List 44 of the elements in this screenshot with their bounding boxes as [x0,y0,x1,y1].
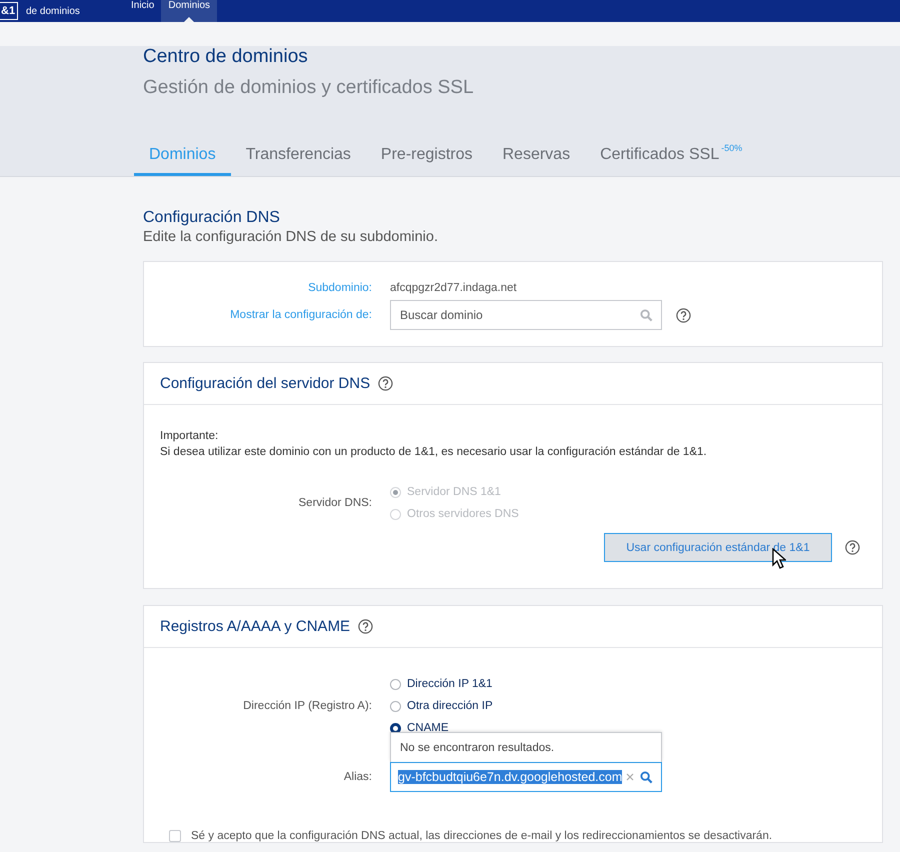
tab[interactable]: Transferencias [230,141,366,176]
field-label: Subdominio: [307,282,372,294]
radio-label: CNAME [407,722,449,734]
no-results-message: No se encontraron resultados. [400,742,554,754]
section-subtitle: Edite la configuración DNS de su subdominio. [143,229,439,245]
radio-label: Otra dirección IP [407,700,493,712]
checkbox[interactable] [169,830,181,842]
help-icon[interactable] [378,376,394,391]
product-name: de dominios [26,6,81,17]
consent-label: Sé y acepto que la configuración DNS actual, las direcciones de e-mail y los redireccionamientos se desactivarán. [191,830,772,842]
field-label: Dirección IP (Registro A): [242,700,372,712]
nav-item[interactable]: Inicio [124,0,162,22]
help-icon[interactable] [358,619,374,634]
page-title: Centro de dominios [143,46,309,68]
tab[interactable]: Dominios [134,141,231,176]
section-title: Configuración DNS [143,209,281,227]
search-icon[interactable] [640,770,653,784]
alias-field[interactable]: gv-bfcbudtqiu6e7n.dv.googlehosted.com [390,762,662,792]
clear-icon[interactable] [626,773,634,781]
radio-button[interactable] [390,722,401,734]
notice-title: Importante: [160,429,220,444]
radio-label: Servidor DNS 1&1 [407,486,501,498]
tab[interactable]: Pre-registros [366,141,488,176]
field-label: Servidor DNS: [298,497,372,509]
help-icon[interactable] [676,308,691,322]
search-field[interactable]: Buscar dominio [390,300,662,330]
standard-config-button[interactable]: Usar configuración estándar de 1&1 [604,533,832,562]
card-title: Configuración del servidor DNS [160,375,370,392]
search-icon[interactable] [640,308,653,322]
discount-label: -50% [721,143,742,153]
card-title: Registros A/AAAA y CNAME [160,618,350,635]
radio-button[interactable] [390,678,401,690]
page-subtitle: Gestión de dominios y certificados SSL [143,77,475,99]
tab[interactable]: Reservas [488,141,586,176]
nav-item[interactable]: Dominios [161,0,218,22]
logo: &1 [0,2,18,20]
field-label: Mostrar la configuración de: [229,309,372,321]
radio-label: Dirección IP 1&1 [407,678,492,690]
radio-button[interactable] [390,700,401,712]
radio-label: Otros servidores DNS [407,508,519,520]
help-icon[interactable] [845,540,860,555]
field-label: Alias: [342,771,372,783]
notice-text: Si desea utilizar este dominio con un producto de 1&1, es necesario usar la configuración estándar de 1&1. [160,445,708,460]
subdomain-value: afcqpgzr2d77.indaga.net [390,282,518,294]
